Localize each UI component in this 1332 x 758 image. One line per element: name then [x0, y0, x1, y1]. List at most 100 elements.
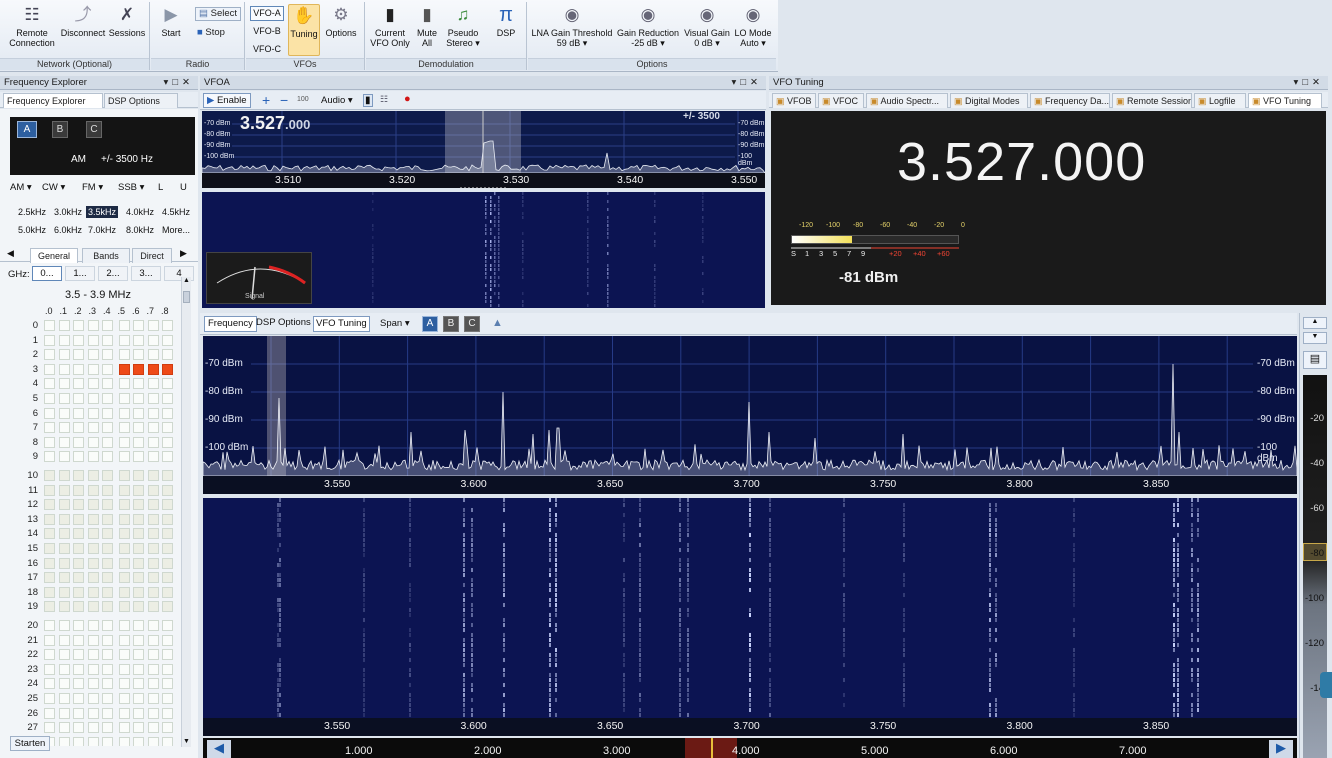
- grid-cell[interactable]: [147, 601, 159, 613]
- grid-cell[interactable]: [44, 349, 55, 361]
- grid-cell[interactable]: [133, 513, 144, 525]
- tab-bands[interactable]: Bands: [82, 248, 130, 263]
- grid-cell[interactable]: [73, 707, 84, 719]
- bandwidth-option-More...[interactable]: More...: [160, 224, 192, 236]
- grid-cell[interactable]: [44, 678, 55, 690]
- grid-cell[interactable]: [162, 422, 173, 434]
- grid-cell[interactable]: [102, 601, 113, 613]
- grid-cell[interactable]: [73, 393, 84, 404]
- grid-cell[interactable]: [162, 601, 173, 613]
- grid-cell[interactable]: [44, 693, 55, 704]
- grid-cell[interactable]: [73, 528, 84, 540]
- grid-cell[interactable]: [147, 572, 159, 584]
- enable-button[interactable]: ▶ Enable: [203, 93, 251, 108]
- grid-cell[interactable]: [58, 334, 70, 346]
- grid-cell[interactable]: [118, 722, 130, 734]
- grid-cell[interactable]: [118, 736, 130, 746]
- grid-cell[interactable]: [147, 334, 159, 346]
- grid-cell[interactable]: [73, 736, 84, 746]
- grid-cell[interactable]: [147, 513, 159, 525]
- options-button[interactable]: ⚙ Options: [322, 4, 360, 38]
- grid-cell[interactable]: [133, 349, 144, 361]
- grid-cell[interactable]: [118, 557, 130, 569]
- nav-left-icon[interactable]: ◀: [7, 248, 14, 259]
- vfo-a-button[interactable]: A: [17, 121, 37, 138]
- grid-cell[interactable]: [73, 349, 84, 361]
- grid-cell[interactable]: [102, 451, 113, 463]
- grid-cell[interactable]: [87, 663, 99, 675]
- grid-cell[interactable]: [58, 451, 70, 463]
- overview-left-button[interactable]: ◀: [207, 740, 231, 758]
- grid-cell[interactable]: [102, 513, 113, 525]
- panel-controls-icon[interactable]: ▾□✕: [164, 76, 194, 89]
- grid-cell[interactable]: [102, 393, 113, 404]
- visual-gain-dropdown[interactable]: ◉ Visual Gain 0 dB ▾: [682, 4, 732, 48]
- grid-cell[interactable]: [133, 663, 144, 675]
- grid-cell[interactable]: [44, 436, 55, 448]
- grid-cell[interactable]: [118, 470, 130, 481]
- grid-cell[interactable]: [73, 470, 84, 481]
- grid-cell[interactable]: [73, 407, 84, 419]
- grid-cell[interactable]: [118, 693, 130, 704]
- grid-cell[interactable]: [147, 693, 159, 704]
- grid-cell[interactable]: [44, 663, 55, 675]
- grid-cell[interactable]: [147, 707, 159, 719]
- grid-cell[interactable]: [118, 378, 130, 390]
- grid-cell[interactable]: [73, 436, 84, 448]
- grid-cell[interactable]: [133, 634, 144, 646]
- grid-cell[interactable]: [162, 334, 173, 346]
- tab-logfile[interactable]: ▣ Logfile: [1194, 93, 1246, 108]
- settings-icon[interactable]: ☷: [380, 94, 388, 105]
- grid-cell[interactable]: [118, 484, 130, 496]
- audio-dropdown[interactable]: Audio ▾: [321, 95, 353, 106]
- grid-cell[interactable]: [162, 320, 173, 331]
- mode-dropdown-2[interactable]: FM ▾: [82, 182, 103, 193]
- grid-cell[interactable]: [102, 620, 113, 631]
- main-vfo-b-button[interactable]: B: [443, 316, 459, 332]
- panel-controls-icon[interactable]: ▾□✕: [1294, 76, 1324, 89]
- grid-cell[interactable]: [133, 393, 144, 404]
- grid-cell[interactable]: [44, 557, 55, 569]
- grid-cell[interactable]: [133, 334, 144, 346]
- grid-cell[interactable]: [147, 436, 159, 448]
- grid-cell[interactable]: [118, 663, 130, 675]
- grid-cell[interactable]: [58, 407, 70, 419]
- grid-cell[interactable]: [147, 557, 159, 569]
- dsp-button[interactable]: π DSP: [490, 4, 522, 38]
- grid-cell[interactable]: [44, 451, 55, 463]
- grid-cell[interactable]: [73, 320, 84, 331]
- grid-cell[interactable]: [44, 528, 55, 540]
- grid-cell[interactable]: [162, 586, 173, 598]
- tab-digital-modes[interactable]: ▣ Digital Modes: [950, 93, 1028, 108]
- grid-cell[interactable]: [162, 620, 173, 631]
- grid-cell[interactable]: [102, 363, 113, 375]
- grid-cell[interactable]: [133, 528, 144, 540]
- vfo-b-button[interactable]: B: [52, 121, 68, 138]
- mute-all-button[interactable]: ▮ Mute All: [414, 4, 440, 48]
- grid-cell[interactable]: [162, 572, 173, 584]
- grid-cell[interactable]: [44, 586, 55, 598]
- antenna-icon[interactable]: ▲: [492, 317, 503, 329]
- mode-dropdown-4[interactable]: L: [158, 182, 163, 193]
- grid-cell[interactable]: [102, 422, 113, 434]
- grid-cell[interactable]: [73, 649, 84, 661]
- grid-cell[interactable]: [73, 601, 84, 613]
- grid-cell[interactable]: [102, 557, 113, 569]
- grid-cell[interactable]: [58, 393, 70, 404]
- grid-cell[interactable]: [147, 663, 159, 675]
- grid-cell[interactable]: [118, 620, 130, 631]
- grid-cell[interactable]: [58, 634, 70, 646]
- current-vfo-only-button[interactable]: ▮ Current VFO Only: [368, 4, 412, 48]
- grid-cell[interactable]: [73, 693, 84, 704]
- overview-right-button[interactable]: ▶: [1269, 740, 1293, 758]
- vfo-a-select[interactable]: VFO-A: [250, 6, 284, 21]
- main-vfo-a-button[interactable]: A: [422, 316, 438, 332]
- record-icon[interactable]: ●: [404, 93, 411, 105]
- grid-cell[interactable]: [58, 736, 70, 746]
- grid-cell[interactable]: [147, 543, 159, 554]
- grid-cell[interactable]: [102, 722, 113, 734]
- grid-cell[interactable]: [147, 320, 159, 331]
- grid-cell[interactable]: [58, 649, 70, 661]
- grid-cell[interactable]: [87, 678, 99, 690]
- grid-cell[interactable]: [133, 736, 144, 746]
